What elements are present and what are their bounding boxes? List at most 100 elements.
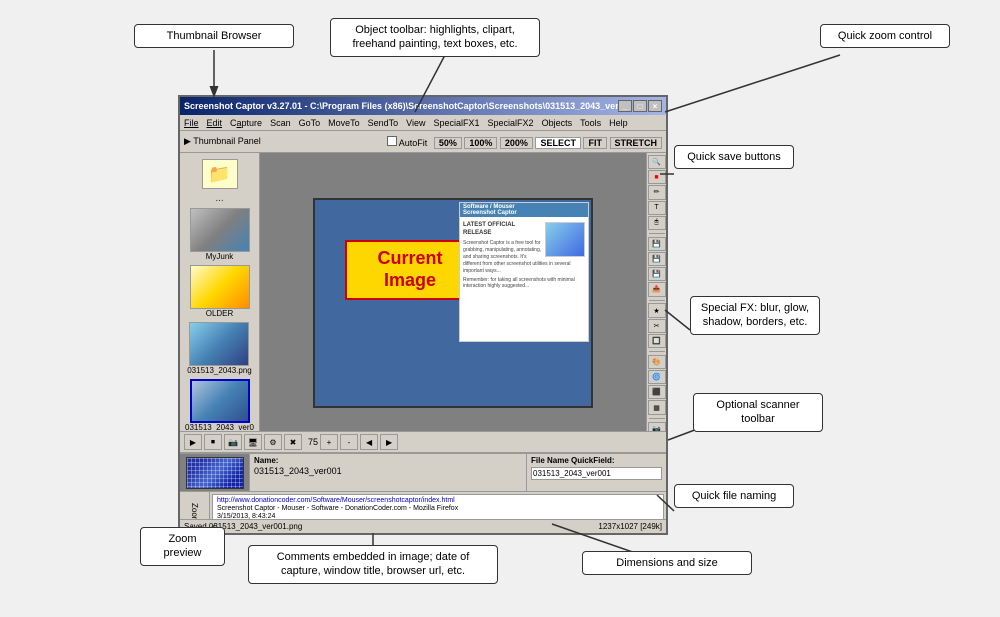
menu-view[interactable]: View (406, 118, 425, 128)
toolbar-zoom-row: AutoFit 50% 100% 200% SELECT FIT STRETCH (387, 136, 662, 148)
scan-btn-6[interactable]: ✖ (284, 434, 302, 450)
zoom-preview-image (186, 457, 244, 489)
window-title-text: Screenshot Captor - Mouser - Software - … (217, 505, 659, 512)
website-content: LATEST OFFICIAL RELEASE Screenshot Capto… (460, 219, 588, 293)
website-img (545, 222, 585, 257)
rt-btn-8[interactable]: 💾 (648, 267, 666, 281)
current-image-text-line2: Image (384, 270, 436, 292)
image-toolbar: ▶ Thumbnail Panel AutoFit 50% 100% 200% … (180, 131, 666, 153)
myjunk-preview (191, 209, 249, 251)
autofit-checkbox[interactable] (387, 136, 397, 146)
rt-sep-2 (649, 300, 665, 301)
window-titlebar: Screenshot Captor v3.27.01 - C:\Program … (180, 97, 666, 115)
thumbnail-panel-label: ▶ Thumbnail Panel (184, 136, 261, 147)
url-text: http://www.donationcoder.com/Software/Mo… (217, 497, 659, 504)
thumb-031513[interactable]: 031513_2043.png (187, 322, 252, 375)
rt-btn-13[interactable]: 🎨 (648, 355, 666, 369)
thumbnail-browser-label: Thumbnail Browser (167, 30, 262, 42)
rt-btn-14[interactable]: 🌀 (648, 370, 666, 384)
file-name-label: File Name QuickField: (531, 456, 662, 465)
ver001-preview (192, 381, 248, 421)
object-toolbar-annotation: Object toolbar: highlights, clipart, fre… (330, 18, 540, 57)
comments-annotation: Comments embedded in image; date of capt… (248, 545, 498, 584)
menu-edit[interactable]: Edit (207, 118, 223, 128)
older-label: OLDER (206, 309, 234, 318)
rt-btn-5[interactable]: 🖱 (648, 216, 666, 230)
menu-specialfx2[interactable]: SpecialFX2 (488, 118, 534, 128)
close-button[interactable]: × (648, 100, 662, 112)
minimize-button[interactable]: _ (618, 100, 632, 112)
scan-btn-3[interactable]: 📷 (224, 434, 242, 450)
older-image (190, 265, 250, 309)
thumb-dots: ... (215, 193, 223, 204)
thumbnail-panel: 📁 ... MyJunk OLDER (180, 153, 260, 453)
menu-tools[interactable]: Tools (580, 118, 601, 128)
menu-specialfx1[interactable]: SpecialFX1 (434, 118, 480, 128)
quick-zoom-annotation: Quick zoom control (820, 24, 950, 48)
zoom-select-btn[interactable]: SELECT (535, 137, 581, 149)
zoom-preview-label: Zoom preview (164, 533, 202, 559)
quick-zoom-label: Quick zoom control (838, 30, 932, 42)
rt-btn-16[interactable]: ▦ (648, 400, 666, 414)
menu-help[interactable]: Help (609, 118, 628, 128)
menu-objects[interactable]: Objects (542, 118, 573, 128)
name-col: Name: 031513_2043_ver001 (250, 454, 526, 491)
menu-file[interactable]: File (184, 118, 199, 128)
bottom-info-top: Name: 031513_2043_ver001 File Name Quick… (180, 454, 666, 492)
rt-sep-4 (649, 418, 665, 419)
right-toolbar: 🔍 ■ ✏ T 🖱 💾 💾 💾 📤 ★ ✂ 🔲 🎨 🌀 ⬛ ▦ 📷 🖨 (646, 153, 666, 453)
zoom-preview-annotation: Zoom preview (140, 527, 225, 566)
rt-btn-10[interactable]: ★ (648, 303, 666, 317)
scan-btn-8[interactable]: - (340, 434, 358, 450)
rt-btn-11[interactable]: ✂ (648, 319, 666, 333)
rt-btn-4[interactable]: T (648, 201, 666, 215)
rt-btn-15[interactable]: ⬛ (648, 385, 666, 399)
myjunk-image (190, 208, 250, 252)
older-preview (191, 266, 249, 308)
rt-btn-3[interactable]: ✏ (648, 185, 666, 199)
zoom-50-btn[interactable]: 50% (434, 137, 462, 149)
special-fx-annotation: Special FX: blur, glow, shadow, borders,… (690, 296, 820, 335)
website-thumbnail: Software / MouserScreenshot Captor LATES… (459, 202, 589, 342)
main-image-area: Current Image Software / MouserScreensho… (260, 153, 646, 453)
scan-btn-10[interactable]: ▶ (380, 434, 398, 450)
scan-btn-9[interactable]: ◀ (360, 434, 378, 450)
thumbnail-browser-annotation: Thumbnail Browser (134, 24, 294, 48)
thumb-older[interactable]: OLDER (190, 265, 250, 318)
scan-btn-7[interactable]: + (320, 434, 338, 450)
rt-btn-7[interactable]: 💾 (648, 252, 666, 266)
bottom-info: Name: 031513_2043_ver001 File Name Quick… (180, 453, 666, 533)
scan-btn-4[interactable]: 🖥 (244, 434, 262, 450)
menu-goto[interactable]: GoTo (299, 118, 321, 128)
rt-btn-1[interactable]: 🔍 (648, 155, 666, 169)
rt-btn-12[interactable]: 🔲 (648, 334, 666, 348)
file-name-input[interactable] (531, 467, 662, 480)
thumb-folder[interactable]: 📁 (202, 159, 238, 189)
zoom-fit-btn[interactable]: FIT (583, 137, 607, 149)
menu-scan[interactable]: Scan (270, 118, 291, 128)
maximize-button[interactable]: □ (633, 100, 647, 112)
scan-btn-5[interactable]: ⚙ (264, 434, 282, 450)
zoom-stretch-btn[interactable]: STRETCH (610, 137, 663, 149)
thumb-myjunk[interactable]: MyJunk (190, 208, 250, 261)
image-display: Current Image Software / MouserScreensho… (313, 198, 593, 408)
menu-sendto[interactable]: SendTo (368, 118, 399, 128)
special-fx-label: Special FX: blur, glow, shadow, borders,… (701, 302, 809, 328)
rt-btn-6[interactable]: 💾 (648, 237, 666, 251)
menu-capture[interactable]: Capture (230, 118, 262, 128)
031513-image (189, 322, 249, 366)
window-controls: _ □ × (618, 100, 662, 112)
optional-scanner-annotation: Optional scanner toolbar (693, 393, 823, 432)
content-area: 📁 ... MyJunk OLDER (180, 153, 666, 453)
zoom-200-btn[interactable]: 200% (500, 137, 533, 149)
quick-naming-annotation: Quick file naming (674, 484, 794, 508)
rt-btn-9[interactable]: 📤 (648, 282, 666, 296)
name-field-value: 031513_2043_ver001 (254, 466, 522, 476)
menu-moveto[interactable]: MoveTo (328, 118, 360, 128)
scan-btn-1[interactable]: ▶ (184, 434, 202, 450)
031513-preview (190, 323, 248, 365)
scan-btn-2[interactable]: ⏹ (204, 434, 222, 450)
zoom-100-btn[interactable]: 100% (464, 137, 497, 149)
website-header: Software / MouserScreenshot Captor (460, 203, 588, 217)
rt-btn-2[interactable]: ■ (648, 170, 666, 184)
